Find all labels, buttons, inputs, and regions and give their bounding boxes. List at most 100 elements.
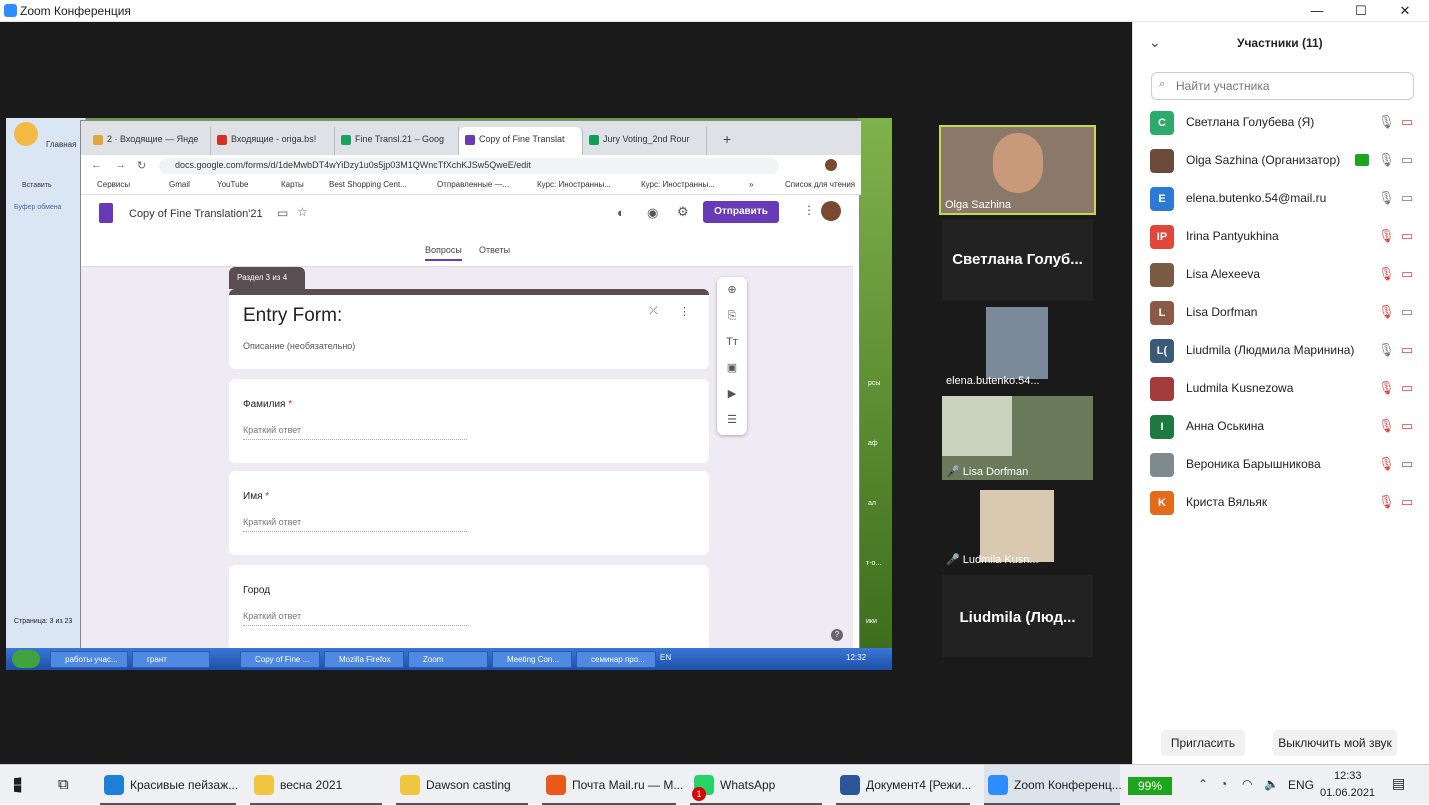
taskbar-app[interactable]: весна 2021 — [250, 765, 382, 805]
desktop-label[interactable]: аф — [868, 440, 878, 447]
taskbar-item[interactable]: семинар про... — [576, 651, 656, 668]
back-icon[interactable]: ← — [91, 159, 102, 171]
participant-row[interactable]: IP Irina Pantyukhina 🎙 ▭ — [1133, 218, 1429, 256]
url-input[interactable]: docs.google.com/forms/d/1deMwbDT4wYiDzy1… — [159, 158, 779, 174]
network-icon[interactable]: ◔ — [1220, 777, 1227, 791]
account-avatar[interactable] — [821, 201, 841, 221]
mic-muted-icon[interactable]: 🎙 — [1378, 304, 1395, 320]
video-off-icon[interactable]: ▭ — [1401, 114, 1413, 130]
video-off-icon[interactable]: ▭ — [1401, 418, 1413, 434]
short-answer-field[interactable]: Краткий ответ — [243, 611, 467, 626]
wifi-icon[interactable]: ◠ — [1242, 777, 1252, 791]
form-title[interactable]: Copy of Fine Translation'21 — [129, 208, 263, 220]
taskbar-app[interactable]: Dawson casting — [396, 765, 528, 805]
desktop-label[interactable]: ал — [868, 500, 876, 507]
tab-questions[interactable]: Вопросы — [425, 245, 462, 261]
mic-muted-icon[interactable]: 🎙 — [1378, 228, 1395, 244]
maximize-button[interactable]: ☐ — [1339, 0, 1383, 22]
import-questions-icon[interactable]: ⎘ — [725, 309, 739, 323]
browser-tab-active[interactable]: Copy of Fine Translat — [459, 127, 583, 155]
taskbar-app[interactable]: Почта Mail.ru — M... — [542, 765, 683, 805]
mic-muted-icon[interactable]: 🎙 — [1378, 266, 1395, 282]
section-card[interactable]: Entry Form: Описание (необязательно) ⤫ ⋮ — [229, 289, 709, 369]
video-icon[interactable]: ▭ — [1401, 190, 1413, 206]
video-tile[interactable]: 🎤 Ludmila Kusn... — [942, 486, 1093, 568]
question-card[interactable]: Город Краткий ответ — [229, 565, 709, 651]
profile-avatar[interactable] — [825, 159, 837, 171]
new-tab-button[interactable]: + — [723, 131, 731, 147]
bookmark[interactable]: Отправленные —... — [437, 180, 509, 189]
bookmark[interactable]: Сервисы — [97, 180, 130, 189]
video-off-icon[interactable]: ▭ — [1401, 494, 1413, 510]
taskbar-item[interactable]: Meeting Con... — [492, 651, 572, 668]
paste-label[interactable]: Вставить — [22, 182, 52, 189]
short-answer-field[interactable]: Краткий ответ — [243, 425, 467, 440]
windows-start-icon[interactable] — [14, 777, 22, 793]
add-image-icon[interactable]: ▣ — [725, 361, 739, 375]
mic-icon[interactable]: 🎙 — [1378, 152, 1395, 168]
volume-icon[interactable]: 🔈 — [1264, 777, 1279, 791]
close-button[interactable]: ✕ — [1383, 0, 1427, 22]
video-off-icon[interactable]: ▭ — [1401, 266, 1413, 282]
desktop-label[interactable]: т-о... — [866, 560, 881, 567]
reading-list[interactable]: Список для чтения — [785, 180, 855, 189]
bookmark[interactable]: Курс: Иностранны... — [537, 180, 611, 189]
section-description[interactable]: Описание (необязательно) — [243, 341, 355, 351]
video-icon[interactable]: ▭ — [1401, 152, 1413, 168]
participant-row[interactable]: L Lisa Dorfman 🎙 ▭ — [1133, 294, 1429, 332]
add-question-icon[interactable]: ⊕ — [725, 283, 739, 297]
desktop-label[interactable]: ики — [866, 618, 877, 625]
browser-tab[interactable]: 2 · Входящие — Янде — [87, 127, 211, 155]
video-tile[interactable]: Olga Sazhina — [939, 125, 1096, 215]
video-off-icon[interactable]: ▭ — [1401, 228, 1413, 244]
participant-row[interactable]: I Анна Оськина 🎙 ▭ — [1133, 408, 1429, 446]
video-tile[interactable]: Liudmila (Люд... — [942, 575, 1093, 657]
reload-icon[interactable]: ↻ — [137, 159, 146, 172]
bookmark[interactable]: Курс: Иностранны... — [641, 180, 715, 189]
palette-icon[interactable]: ◐ — [617, 205, 625, 220]
taskbar-item[interactable]: Copy of Fine ... — [240, 651, 320, 668]
settings-gear-icon[interactable]: ⚙ — [677, 204, 689, 220]
tray-chevron-icon[interactable]: ⌃ — [1198, 777, 1208, 791]
mic-icon[interactable]: 🎙 — [1378, 190, 1395, 206]
folder-icon[interactable]: ▭ — [277, 206, 288, 220]
send-button[interactable]: Отправить — [703, 201, 779, 223]
collapse-chevron-icon[interactable]: ⌄ — [1149, 34, 1161, 51]
browser-tab[interactable]: Входящие - origa.bs! — [211, 127, 335, 155]
participant-row[interactable]: Eelena.butenko.54@mail.ru 🎙 ▭ — [1133, 180, 1429, 218]
video-off-icon[interactable]: ▭ — [1401, 380, 1413, 396]
video-tile[interactable]: elena.butenko.54... — [942, 307, 1093, 389]
video-tile[interactable]: 🎤 Lisa Dorfman — [942, 396, 1093, 480]
bookmark[interactable]: Best Shopping Cent... — [329, 180, 407, 189]
taskbar-app[interactable]: Документ4 [Режи... — [836, 765, 971, 805]
taskbar-item[interactable]: Zoom — [408, 651, 488, 668]
taskbar-item[interactable]: работы учас... — [50, 651, 128, 668]
tab-answers[interactable]: Ответы — [479, 245, 510, 255]
task-view-icon[interactable]: ⧉ — [58, 776, 69, 793]
minimize-button[interactable]: — — [1295, 0, 1339, 22]
clock-date[interactable]: 01.06.2021 — [1320, 787, 1375, 799]
shared-screen[interactable]: Главная Вставить Буфер обмена Страница: … — [6, 118, 892, 670]
participant-row[interactable]: L(Liudmila (Людмила Маринина) 🎙 ▭ — [1133, 332, 1429, 370]
taskbar-app[interactable]: Красивые пейзаж... — [100, 765, 238, 805]
question-card[interactable]: Имя * Краткий ответ — [229, 471, 709, 555]
add-title-icon[interactable]: Tт — [725, 335, 739, 349]
mic-icon[interactable]: 🎙 — [1378, 114, 1395, 130]
language-indicator[interactable]: EN — [660, 653, 671, 662]
participant-row[interactable]: Вероника Барышникова 🎙 ▭ — [1133, 446, 1429, 484]
desktop-label[interactable]: рсы — [868, 380, 880, 387]
short-answer-field[interactable]: Краткий ответ — [243, 517, 467, 532]
taskbar-app[interactable]: WhatsApp 1 — [690, 765, 822, 805]
participant-row[interactable]: Lisa Alexeeva 🎙 ▭ — [1133, 256, 1429, 294]
video-off-icon[interactable]: ▭ — [1401, 456, 1413, 472]
more-vert-icon[interactable]: ⋮ — [803, 203, 815, 217]
mic-muted-icon[interactable]: 🎙 — [1378, 380, 1395, 396]
browser-tab[interactable]: Fine Transl.21 – Goog — [335, 127, 459, 155]
participant-row[interactable]: K Криста Вяльяк 🎙 ▭ — [1133, 484, 1429, 522]
video-off-icon[interactable]: ▭ — [1401, 342, 1413, 358]
start-orb-icon[interactable] — [12, 650, 40, 668]
taskbar-item[interactable]: грант — [132, 651, 210, 668]
participant-row[interactable]: Ludmila Kusnezowa 🎙 ▭ — [1133, 370, 1429, 408]
invite-button[interactable]: Пригласить — [1161, 730, 1245, 756]
battery-indicator[interactable]: 99% — [1128, 777, 1172, 795]
